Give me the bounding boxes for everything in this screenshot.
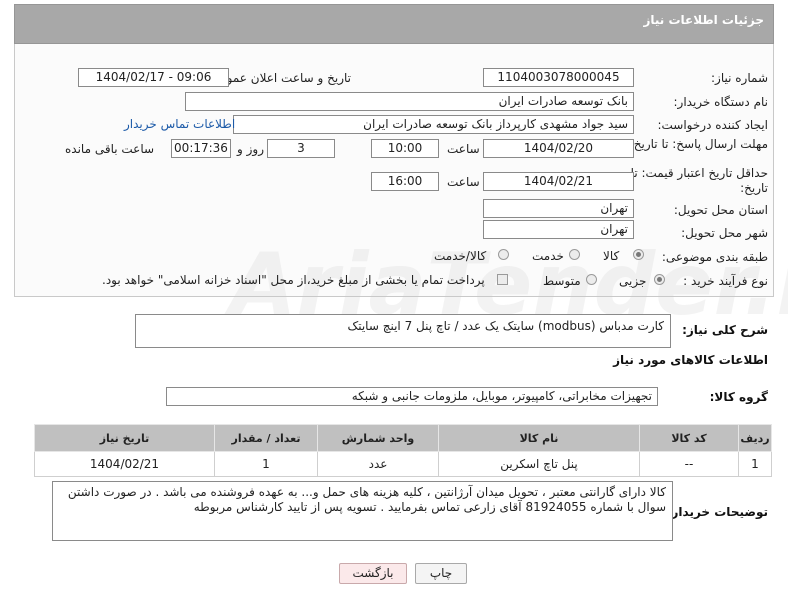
process-radio-medium[interactable] <box>586 274 597 285</box>
time-remaining-field: 00:17:36 <box>171 139 231 158</box>
cell-quantity: 1 <box>214 451 318 477</box>
col-row: ردیف <box>738 424 772 452</box>
treasury-payment-checkbox[interactable] <box>497 274 508 285</box>
deadline-date-field: 1404/02/20 <box>483 139 634 158</box>
buyer-notes-label: توضیحات خریدار: <box>666 505 768 519</box>
creator-label: ایجاد کننده درخواست: <box>657 118 768 132</box>
cell-unit: عدد <box>317 451 439 477</box>
col-quantity: تعداد / مقدار <box>214 424 318 452</box>
table-row: 1 -- پنل تاچ اسکرین عدد 1 1404/02/21 <box>34 451 772 477</box>
category-option-goods-service: کالا/خدمت <box>434 249 487 263</box>
announce-datetime-field: 1404/02/17 - 09:06 <box>78 68 229 87</box>
goods-table: ردیف کد کالا نام کالا واحد شمارش تعداد /… <box>34 424 772 477</box>
page-title: جزئیات اطلاعات نیاز <box>643 13 764 27</box>
need-number-label: شماره نیاز: <box>711 71 768 85</box>
category-label: طبقه بندی موضوعی: <box>661 250 768 264</box>
back-button[interactable]: بازگشت <box>339 563 407 584</box>
cell-code: -- <box>639 451 739 477</box>
col-need-date: تاریخ نیاز <box>34 424 215 452</box>
creator-field: سید جواد مشهدی کارپرداز بانک توسعه صادرا… <box>233 115 634 134</box>
validity-time-label: ساعت <box>447 175 480 189</box>
buyer-notes-line-2: سوال با شماره 81924055 آقای زارعی تماس ب… <box>193 500 666 514</box>
process-label: نوع فرآیند خرید : <box>683 274 768 288</box>
goods-section-title: اطلاعات کالاهای مورد نیاز <box>613 353 768 367</box>
city-field: تهران <box>483 220 634 239</box>
days-label: روز و <box>237 142 264 156</box>
buyer-notes-line-1: کالا دارای گارانتی معتبر ، تحویل میدان آ… <box>67 485 666 499</box>
category-radio-goods-service[interactable] <box>498 249 509 260</box>
cell-name: پنل تاچ اسکرین <box>438 451 640 477</box>
category-option-service: خدمت <box>532 249 564 263</box>
process-option-minor: جزیی <box>619 274 647 288</box>
buyer-contact-link[interactable]: اطلاعات تماس خریدار <box>124 117 235 131</box>
need-number-field: 1104003078000045 <box>483 68 634 87</box>
col-name: نام کالا <box>438 424 640 452</box>
deadline-time-field: 10:00 <box>371 139 439 158</box>
buyer-org-field: بانک توسعه صادرات ایران <box>185 92 634 111</box>
description-textarea[interactable]: کارت مدباس (modbus) سایتک یک عدد / تاچ پ… <box>135 314 671 348</box>
deadline-label: مهلت ارسال پاسخ: تا تاریخ: <box>629 137 768 151</box>
category-option-goods: کالا <box>603 249 620 263</box>
process-radio-minor[interactable] <box>654 274 665 285</box>
buyer-notes-textarea[interactable]: کالا دارای گارانتی معتبر ، تحویل میدان آ… <box>52 481 673 541</box>
price-validity-label: حداقل تاریخ اعتبار قیمت: تا تاریخ: <box>630 166 768 195</box>
category-radio-service[interactable] <box>569 249 580 260</box>
treasury-payment-note: پرداخت تمام یا بخشی از مبلغ خرید،از محل … <box>102 273 485 287</box>
category-radio-goods[interactable] <box>633 249 644 260</box>
province-label: استان محل تحویل: <box>673 203 768 217</box>
city-label: شهر محل تحویل: <box>681 226 768 240</box>
goods-group-label: گروه کالا: <box>709 390 768 404</box>
col-code: کد کالا <box>639 424 739 452</box>
validity-date-field: 1404/02/21 <box>483 172 634 191</box>
col-unit: واحد شمارش <box>317 424 439 452</box>
cell-row: 1 <box>738 451 772 477</box>
validity-time-field: 16:00 <box>371 172 439 191</box>
process-option-medium: متوسط <box>543 274 581 288</box>
print-button[interactable]: چاپ <box>415 563 467 584</box>
table-header-row: ردیف کد کالا نام کالا واحد شمارش تعداد /… <box>34 424 772 452</box>
description-label: شرح کلی نیاز: <box>682 323 768 337</box>
days-remaining-field: 3 <box>267 139 335 158</box>
deadline-time-label: ساعت <box>447 142 480 156</box>
buyer-org-label: نام دستگاه خریدار: <box>673 95 769 109</box>
province-field: تهران <box>483 199 634 218</box>
description-text: کارت مدباس (modbus) سایتک یک عدد / تاچ پ… <box>347 319 664 333</box>
goods-group-field: تجهیزات مخابراتی، کامپیوتر، موبایل، ملزو… <box>166 387 658 406</box>
cell-need-date: 1404/02/21 <box>34 451 215 477</box>
remaining-label: ساعت باقی مانده <box>65 142 155 156</box>
